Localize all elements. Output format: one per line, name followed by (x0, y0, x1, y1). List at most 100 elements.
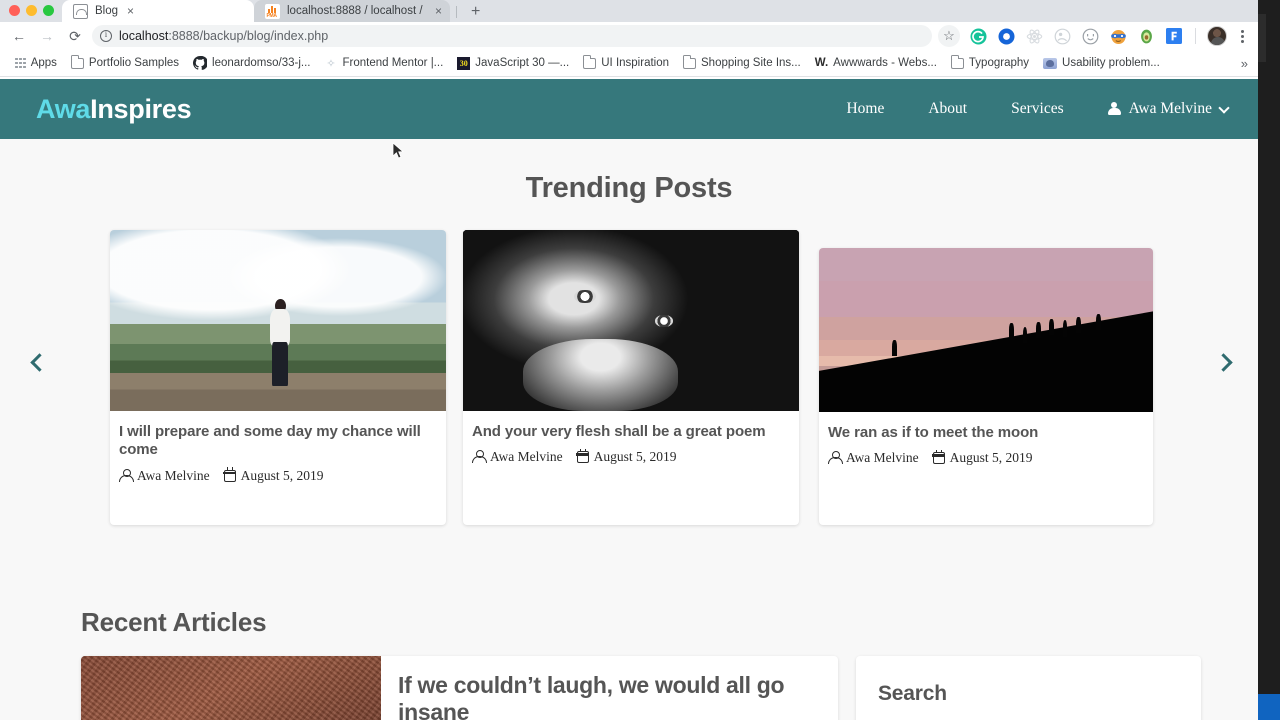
close-window-button[interactable] (9, 5, 20, 16)
figure (265, 298, 295, 386)
bookmark-label: Frontend Mentor |... (342, 57, 444, 69)
post-author-name: Awa Melvine (846, 450, 919, 466)
man-on-cliff-image (110, 230, 446, 411)
logo-accent: Awa (36, 93, 91, 124)
bookmark-awwwards[interactable]: W. Awwwards - Webs... (809, 55, 943, 71)
post-title[interactable]: I will prepare and some day my chance wi… (119, 423, 436, 460)
browser-tab-blog[interactable]: Blog × (62, 0, 254, 22)
address-bar[interactable]: localhost:8888/backup/blog/index.php (92, 25, 932, 47)
post-date: August 5, 2019 (223, 467, 324, 484)
article-body: If we couldn’t laugh, we would all go in… (381, 656, 838, 720)
bookmark-apps[interactable]: Apps (9, 55, 63, 71)
forward-button[interactable]: → (34, 23, 60, 49)
site-info-icon[interactable] (100, 29, 112, 42)
browser-window: Blog × PMA localhost:8888 / localhost / … (0, 0, 1258, 720)
bookmark-label: Portfolio Samples (88, 57, 180, 69)
bookmark-github-33js[interactable]: leonardomso/33-j... (187, 54, 316, 72)
logo-rest: Inspires (90, 93, 192, 124)
post-date-text: August 5, 2019 (240, 467, 324, 483)
maximize-window-button[interactable] (43, 5, 54, 16)
nav-user-menu[interactable]: Awa Melvine (1107, 100, 1230, 118)
browser-tab-strip: Blog × PMA localhost:8888 / localhost / … (0, 0, 1258, 22)
vue-devtools-icon[interactable] (1051, 25, 1073, 47)
bookmark-typography[interactable]: Typography (945, 55, 1035, 71)
react-devtools-icon[interactable] (1023, 25, 1045, 47)
person-icon (1107, 102, 1121, 116)
avocado-icon[interactable] (1135, 25, 1157, 47)
post-author: Awa Melvine (472, 449, 563, 465)
tab-title: Blog (95, 5, 119, 17)
post-author-name: Awa Melvine (490, 449, 563, 465)
post-date-text: August 5, 2019 (593, 449, 677, 465)
trending-card-list: I will prepare and some day my chance wi… (0, 229, 1258, 549)
folder-icon (70, 55, 84, 69)
search-widget: Search (856, 656, 1201, 720)
profile-avatar[interactable] (1207, 26, 1227, 46)
site-logo[interactable]: AwaInspires (36, 93, 192, 125)
trending-card[interactable]: We ran as if to meet the moon Awa Melvin… (819, 248, 1153, 525)
w-icon: W. (814, 57, 829, 69)
site-nav: Home About Services Awa Melvine (846, 100, 1230, 118)
bookmark-usability-problem[interactable]: Usability problem... (1037, 55, 1166, 71)
url-path: :8888/backup/blog/index.php (168, 29, 329, 43)
chevron-down-icon (1218, 101, 1230, 114)
smiley-icon[interactable] (1079, 25, 1101, 47)
browser-tab-phpmyadmin[interactable]: PMA localhost:8888 / localhost / blo × (254, 0, 450, 22)
post-title[interactable]: We ran as if to meet the moon (828, 424, 1143, 442)
close-tab-button[interactable]: × (435, 5, 442, 17)
new-tab-button[interactable]: + (463, 4, 488, 22)
trending-heading: Trending Posts (525, 172, 733, 204)
post-author: Awa Melvine (828, 450, 919, 466)
nav-item-about[interactable]: About (928, 100, 967, 118)
post-date-text: August 5, 2019 (949, 450, 1033, 466)
hydrant-red-wall-image (81, 656, 381, 720)
article-card[interactable]: If we couldn’t laugh, we would all go in… (81, 656, 838, 720)
recent-articles-heading: Recent Articles (81, 607, 267, 637)
bookmark-shopping-site-ins[interactable]: Shopping Site Ins... (677, 55, 807, 71)
bookmark-ui-inspiration[interactable]: UI Inspiration (577, 55, 675, 71)
minimize-window-button[interactable] (26, 5, 37, 16)
url-host: localhost (119, 29, 169, 43)
bookmark-star-icon[interactable]: ☆ (938, 25, 960, 47)
calendar-icon (576, 449, 590, 464)
bookmarks-overflow-button[interactable]: » (1241, 56, 1248, 71)
trending-carousel: I will prepare and some day my chance wi… (0, 229, 1258, 549)
post-meta: Awa Melvine August 5, 2019 (119, 467, 436, 484)
nav-item-services[interactable]: Services (1011, 100, 1064, 118)
trending-card[interactable]: And your very flesh shall be a great poe… (463, 230, 799, 525)
grammarly-icon[interactable] (967, 25, 989, 47)
reload-button[interactable]: ⟳ (62, 23, 88, 49)
search-widget-title: Search (878, 682, 947, 705)
post-body: And your very flesh shall be a great poe… (463, 411, 799, 465)
old-man-portrait-image (463, 230, 799, 411)
person-icon (472, 450, 487, 464)
blue-circle-icon[interactable] (995, 25, 1017, 47)
back-button[interactable]: ← (6, 23, 32, 49)
post-date: August 5, 2019 (576, 449, 677, 465)
recent-articles-row: If we couldn’t laugh, we would all go in… (81, 656, 1258, 720)
screen: Blog × PMA localhost:8888 / localhost / … (0, 0, 1280, 720)
apps-grid-icon (15, 57, 26, 69)
bookmark-label: JavaScript 30 —... (475, 57, 570, 69)
bookmark-frontend-mentor[interactable]: ✧ Frontend Mentor |... (318, 55, 449, 72)
bookmark-label: Typography (968, 57, 1030, 69)
bookmark-javascript-30[interactable]: 30 JavaScript 30 —... (451, 55, 575, 72)
nav-item-home[interactable]: Home (846, 100, 884, 118)
site-header: AwaInspires Home About Services Awa Melv… (0, 79, 1258, 139)
kebab-menu-icon[interactable] (1232, 29, 1252, 43)
article-title[interactable]: If we couldn’t laugh, we would all go in… (398, 672, 820, 720)
nerd-face-icon[interactable] (1107, 25, 1129, 47)
frontend-mentor-icon: ✧ (326, 57, 336, 70)
url-text: localhost:8888/backup/blog/index.php (119, 29, 328, 43)
phpmyadmin-icon: PMA (265, 3, 280, 19)
close-tab-button[interactable]: × (127, 5, 134, 17)
post-body: We ran as if to meet the moon Awa Melvin… (819, 412, 1153, 466)
person-icon (119, 468, 134, 483)
mouse-cursor (392, 142, 404, 159)
post-title[interactable]: And your very flesh shall be a great poe… (472, 423, 789, 441)
f-badge-icon[interactable] (1163, 25, 1185, 47)
bookmark-portfolio-samples[interactable]: Portfolio Samples (65, 55, 185, 71)
tab-title: localhost:8888 / localhost / blo (287, 5, 426, 17)
trending-card[interactable]: I will prepare and some day my chance wi… (110, 230, 446, 525)
post-date: August 5, 2019 (932, 450, 1033, 466)
